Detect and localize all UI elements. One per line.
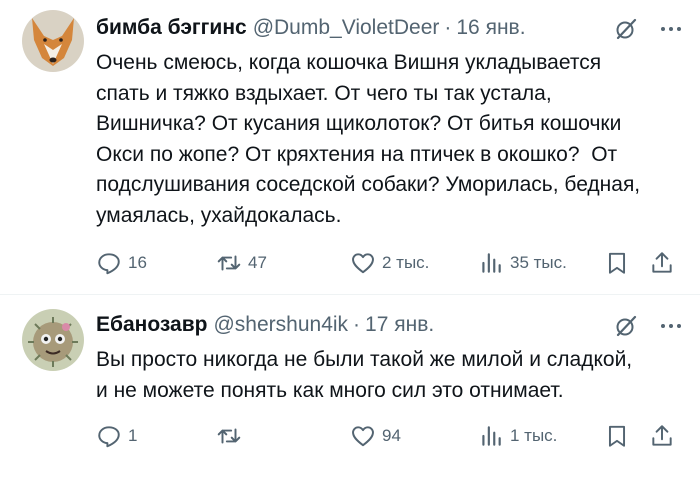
views-chart-icon — [482, 426, 501, 446]
views-chart-icon — [482, 253, 501, 273]
views-button[interactable]: 1 тыс. — [478, 421, 557, 451]
tweet-actions: 1 94 1 тыс. — [96, 421, 676, 451]
bookmark-button[interactable] — [604, 421, 630, 451]
tweet-actions: 16 47 2 тыс. 35 тыс. — [96, 248, 676, 278]
bookmark-button[interactable] — [604, 248, 630, 278]
share-button[interactable] — [649, 248, 675, 278]
reply-button[interactable]: 1 — [96, 421, 137, 451]
tweet[interactable]: бимба бэггинс @Dumb_VioletDeer · 16 янв.… — [0, 0, 700, 294]
more-icon[interactable] — [658, 314, 684, 338]
share-icon — [652, 425, 672, 446]
retweet-button[interactable] — [216, 421, 248, 451]
views-button[interactable]: 35 тыс. — [478, 248, 567, 278]
like-button[interactable]: 94 — [350, 421, 401, 451]
retweet-icon — [217, 255, 241, 271]
reply-count: 16 — [128, 253, 147, 272]
avatar-fox[interactable] — [22, 10, 84, 72]
retweet-count: 47 — [248, 253, 267, 272]
tweet-header: бимба бэггинс @Dumb_VioletDeer · 16 янв. — [96, 0, 684, 44]
reply-count: 1 — [128, 426, 138, 445]
heart-icon — [352, 253, 374, 274]
reply-button[interactable]: 16 — [96, 248, 147, 278]
user-handle[interactable]: @Dumb_VioletDeer — [253, 16, 440, 40]
grok-icon[interactable] — [614, 17, 638, 41]
bookmark-icon — [608, 425, 626, 447]
user-handle[interactable]: @shershun4ik — [213, 313, 348, 337]
reply-icon — [98, 253, 120, 275]
like-count: 2 тыс. — [382, 253, 430, 272]
reply-icon — [98, 426, 120, 448]
like-button[interactable]: 2 тыс. — [350, 248, 429, 278]
tweet-text: Вы просто никогда не были такой же милой… — [96, 348, 633, 402]
tweet[interactable]: Ебанозавр @shershun4ik · 17 янв. Вы прос… — [0, 294, 700, 477]
bookmark-icon — [608, 252, 626, 274]
like-count: 94 — [382, 426, 401, 445]
display-name[interactable]: бимба бэггинс — [96, 16, 247, 40]
display-name[interactable]: Ебанозавр — [96, 313, 207, 337]
share-button[interactable] — [649, 421, 675, 451]
avatar-creature[interactable] — [22, 309, 84, 371]
share-icon — [652, 252, 672, 273]
retweet-icon — [217, 428, 241, 444]
tweet-date[interactable]: 16 янв. — [456, 16, 525, 40]
grok-icon[interactable] — [614, 314, 638, 338]
separator-dot: · — [353, 313, 361, 336]
views-count: 1 тыс. — [510, 426, 558, 445]
tweet-text: Очень смеюсь, когда кошочка Вишня уклады… — [96, 51, 641, 227]
retweet-button[interactable]: 47 — [216, 248, 267, 278]
tweet-header: Ебанозавр @shershun4ik · 17 янв. — [96, 295, 684, 341]
separator-dot: · — [444, 16, 452, 39]
tweet-date[interactable]: 17 янв. — [365, 313, 434, 337]
views-count: 35 тыс. — [510, 253, 567, 272]
more-icon[interactable] — [658, 17, 684, 41]
heart-icon — [352, 426, 374, 447]
